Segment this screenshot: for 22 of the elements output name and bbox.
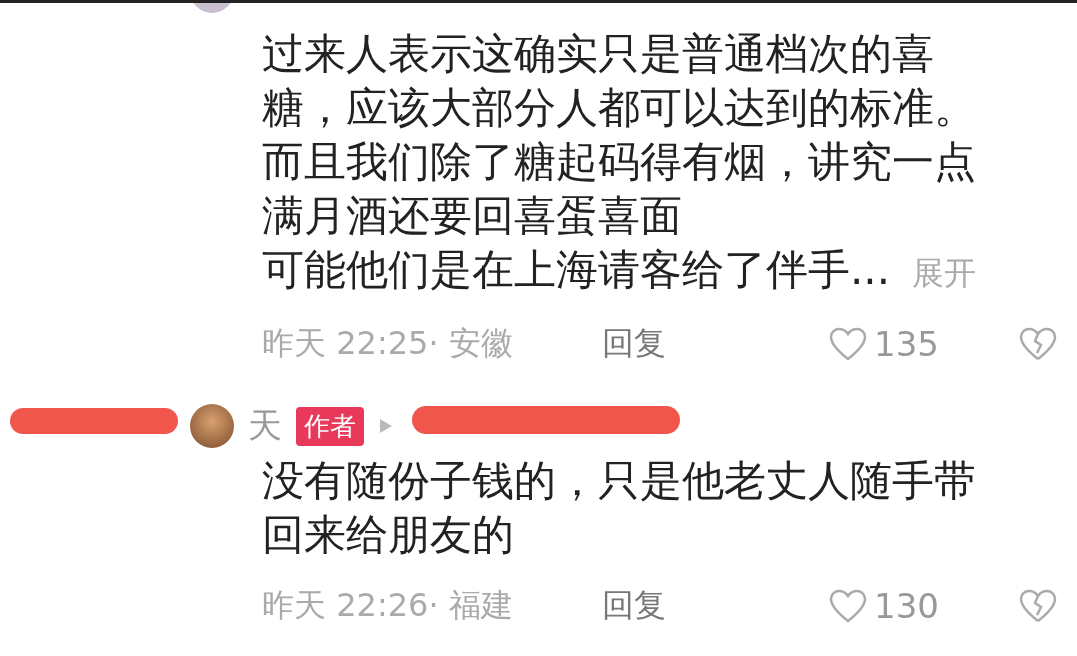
comment-text-line: 糖，应该大部分人都可以达到的标准。 [262, 82, 976, 134]
avatar[interactable] [190, 404, 234, 448]
heart-icon[interactable] [828, 588, 868, 624]
comment-text-line: 而且我们除了糖起码得有烟，讲究一点 [262, 136, 976, 188]
author-name[interactable]: 天 [248, 403, 282, 449]
comment-text-line: 满月酒还要回喜蛋喜面 [262, 190, 682, 242]
expand-link[interactable]: 展开 [912, 246, 977, 300]
comment-text-line: 没有随份子钱的，只是他老丈人随手带 [262, 455, 976, 507]
reply-link[interactable]: 回复 [602, 584, 828, 628]
triangle-icon [378, 417, 394, 435]
author-badge: 作者 [296, 406, 364, 446]
comment-time: 昨天 22:26· 福建 [262, 585, 514, 626]
heart-icon[interactable] [828, 326, 868, 362]
broken-heart-icon[interactable] [1018, 588, 1058, 624]
comment-time: 昨天 22:25· 安徽 [262, 323, 514, 364]
broken-heart-icon[interactable] [1018, 326, 1058, 362]
comment-text-line: 回来给朋友的 [262, 509, 514, 561]
comment-text-line: 过来人表示这确实只是普通档次的喜 [262, 28, 934, 80]
like-count: 135 [874, 324, 939, 364]
reply-link[interactable]: 回复 [602, 322, 828, 366]
like-count: 130 [874, 586, 939, 626]
comment-text-line: 可能他们是在上海请客给了伴手... [262, 244, 891, 296]
